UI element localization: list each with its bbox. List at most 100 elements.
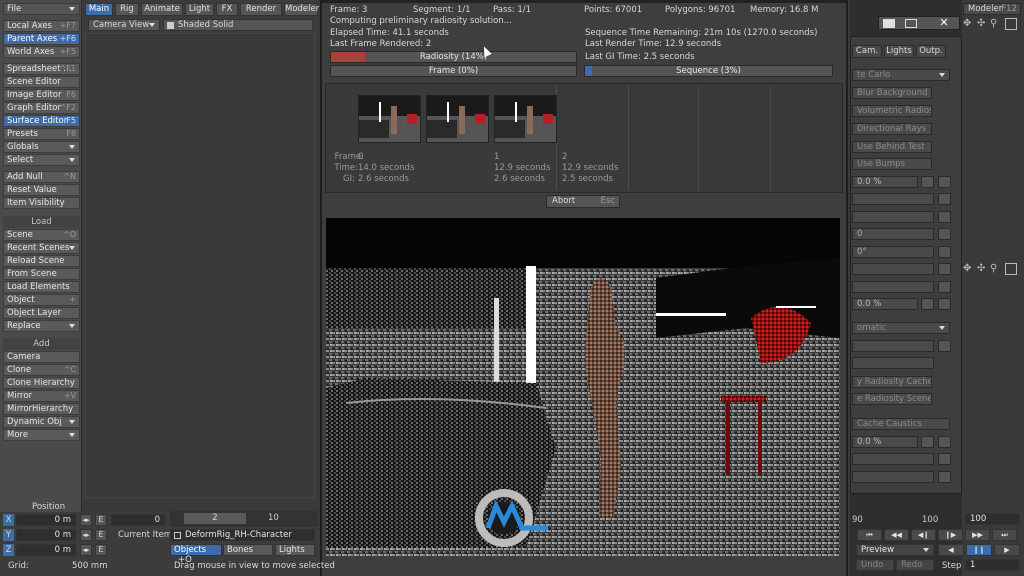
field-1[interactable] [852, 193, 934, 205]
toolbar-button-mirrorhierarchy[interactable]: MirrorHierarchy [3, 403, 80, 415]
toolbar-button-graph-editor[interactable]: Graph Editor ^F2 [3, 102, 80, 114]
view-mode-select[interactable]: Camera View [88, 19, 160, 31]
toolbar-button-item-visibility[interactable]: Item Visibility [3, 197, 80, 209]
modeler-button[interactable]: Modeler F12 [963, 3, 1021, 15]
toolbar-button-load-elements[interactable]: Load Elements [3, 281, 80, 293]
end-frame-field[interactable]: 100 [965, 513, 1020, 525]
toolbar-button-replace[interactable]: Replace [3, 320, 80, 332]
pause-icon[interactable]: ❙❙ [966, 544, 992, 556]
rotate-icon[interactable]: ✣ [977, 263, 989, 275]
stepper-icon[interactable] [938, 453, 951, 465]
toolbar-button-clone[interactable]: Clone ^C [3, 364, 80, 376]
stepper-icon[interactable]: ◂▸ [80, 529, 92, 541]
tab-lights[interactable]: Lights [884, 45, 914, 58]
toolbar-button-object[interactable]: Object + [3, 294, 80, 306]
envelope-button-y[interactable]: E [95, 529, 107, 541]
field-degrees[interactable]: 0° [852, 246, 934, 258]
radiosity-scene-button[interactable]: e Radiosity Scene [852, 393, 932, 405]
zoom-icon[interactable]: ⚲ [990, 18, 1002, 30]
redo-button[interactable]: Redo [896, 559, 934, 571]
preview-dropdown[interactable]: Preview [856, 544, 934, 556]
stepper-icon[interactable]: ◂▸ [80, 544, 92, 556]
toolbar-button-spreadsheet[interactable]: Spreadsheet ... ^F1 [3, 63, 80, 75]
toolbar-button-camera[interactable]: Camera [3, 351, 80, 363]
option-volumetric-radiosity[interactable]: Volumetric Radiosity [852, 105, 932, 117]
lights-mode-button[interactable]: Lights [275, 544, 315, 556]
field-4[interactable] [852, 281, 934, 293]
play-icon[interactable]: ▶ [994, 544, 1020, 556]
option-te-carlo[interactable]: te Carlo [852, 69, 950, 81]
stepper-icon[interactable] [938, 228, 951, 240]
render-thumbnail[interactable] [494, 95, 557, 143]
toolbar-button-add-null[interactable]: Add Null ^N [3, 171, 80, 183]
file-menu[interactable]: File [3, 3, 80, 15]
option-use-bumps[interactable]: Use Bumps [852, 158, 932, 170]
envelope-button[interactable] [938, 298, 951, 310]
transport-button-icon[interactable]: ⏭ [992, 529, 1017, 541]
x-position-field[interactable]: 0 m [16, 514, 76, 526]
field-7[interactable] [852, 453, 934, 465]
maximize-viewport-icon[interactable] [1005, 18, 1017, 30]
z-position-field[interactable]: 0 m [16, 544, 76, 556]
transport-button-icon[interactable]: ◀◀ [884, 529, 909, 541]
stepper-icon[interactable] [921, 176, 934, 188]
envelope-button-x[interactable]: E [95, 514, 107, 526]
tab-modeler[interactable]: Modeler [284, 3, 319, 16]
tab-light[interactable]: Light [185, 3, 214, 16]
stepper-icon[interactable] [938, 340, 951, 352]
tab-main[interactable]: Main [85, 3, 113, 16]
minimize-button[interactable] [883, 19, 895, 28]
render-thumbnail[interactable] [426, 95, 489, 143]
transport-button-icon[interactable]: ▶▶ [965, 529, 990, 541]
zoom-icon[interactable]: ⚲ [990, 263, 1002, 275]
stepper-icon[interactable] [938, 281, 951, 293]
toolbar-button-presets[interactable]: Presets F8 [3, 128, 80, 140]
abort-button[interactable]: Abort Esc [546, 195, 620, 208]
toolbar-button-object-layer[interactable]: Object Layer [3, 307, 80, 319]
option-blur-background[interactable]: Blur Background [852, 87, 932, 99]
move-icon[interactable]: ✥ [963, 18, 975, 30]
field-8[interactable] [852, 471, 934, 483]
objects-mode-button[interactable]: Objects +O [170, 544, 222, 565]
timeline-ruler[interactable]: 2 10 [170, 511, 318, 527]
y-position-field[interactable]: 0 m [16, 529, 76, 541]
play-reverse-icon[interactable]: ◀ [938, 544, 964, 556]
envelope-button[interactable] [938, 176, 951, 188]
stepper-icon[interactable] [921, 298, 934, 310]
tab-rig[interactable]: Rig [115, 3, 139, 16]
shading-mode-select[interactable]: Shaded Solid [163, 19, 313, 31]
close-icon[interactable]: ✕ [934, 17, 954, 29]
viewport-canvas[interactable] [85, 33, 315, 498]
toolbar-button-scene-editor[interactable]: Scene Editor [3, 76, 80, 88]
maximize-button[interactable] [905, 19, 917, 28]
toolbar-button-from-scene[interactable]: From Scene [3, 268, 80, 280]
field-zero[interactable]: 0 [852, 228, 934, 240]
transport-button-icon[interactable]: ⏮ [857, 529, 882, 541]
toolbar-button-world-axes[interactable]: World Axes +F5 [3, 46, 80, 58]
envelope-button[interactable] [938, 436, 951, 448]
undo-button[interactable]: Undo [856, 559, 894, 571]
move-icon[interactable]: ✥ [963, 263, 975, 275]
toolbar-button-mirror[interactable]: Mirror +V [3, 390, 80, 402]
rotate-icon[interactable]: ✣ [977, 18, 989, 30]
toolbar-button-reload-scene[interactable]: Reload Scene [3, 255, 80, 267]
toolbar-button-dynamic-obj[interactable]: Dynamic Obj [3, 416, 80, 428]
toolbar-button-recent-scenes[interactable]: Recent Scenes [3, 242, 80, 254]
field-3[interactable] [852, 263, 934, 275]
field-2[interactable] [852, 211, 934, 223]
tab-output[interactable]: Outp. [916, 45, 946, 58]
toolbar-button-reset-value[interactable]: Reset Value [3, 184, 80, 196]
field-6[interactable] [852, 357, 934, 369]
mode-dropdown[interactable]: omatic [852, 322, 950, 334]
toolbar-button-clone-hierarchy[interactable]: Clone Hierarchy [3, 377, 80, 389]
pct-field-c[interactable]: 0.0 % [852, 436, 918, 448]
toolbar-button-parent-axes[interactable]: Parent Axes +F6 [3, 33, 80, 45]
toolbar-button-image-editor[interactable]: Image Editor F6 [3, 89, 80, 101]
envelope-button-z[interactable]: E [95, 544, 107, 556]
stepper-icon[interactable] [938, 246, 951, 258]
stepper-icon[interactable]: ◂▸ [80, 514, 92, 526]
toolbar-button-scene[interactable]: Scene ^O [3, 229, 80, 241]
render-thumbnail[interactable] [358, 95, 421, 143]
toolbar-button-local-axes[interactable]: Local Axes +F7 [3, 20, 80, 32]
current-item-select[interactable]: DeformRig_RH-Character [170, 529, 315, 541]
